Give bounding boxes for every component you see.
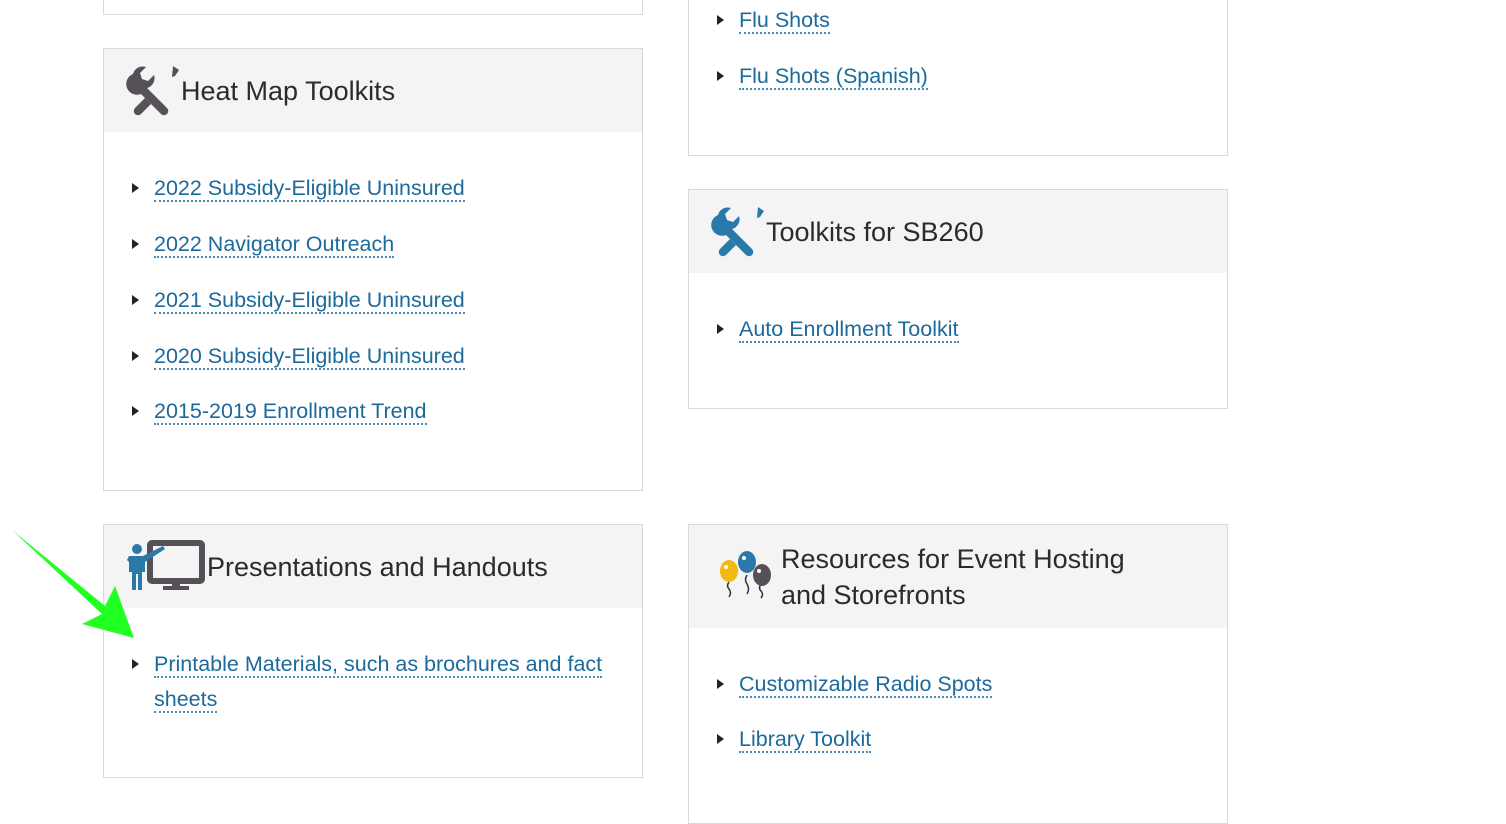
sb260-links: Auto Enrollment Toolkit: [717, 312, 959, 347]
link-printable-materials[interactable]: Printable Materials, such as brochures a…: [154, 652, 603, 713]
link-auto-enrollment-toolkit[interactable]: Auto Enrollment Toolkit: [739, 317, 959, 343]
card-top-left: [103, 0, 643, 15]
card-title: Presentations and Handouts: [207, 551, 548, 582]
link-customizable-radio-spots[interactable]: Customizable Radio Spots: [739, 672, 993, 698]
card-presentations-handouts: Presentations and Handouts Printable Mat…: [103, 524, 643, 778]
tools-icon: [125, 64, 181, 118]
card-toolkits-sb260: Toolkits for SB260 Auto Enrollment Toolk…: [688, 189, 1228, 409]
card-header: Toolkits for SB260: [689, 190, 1227, 273]
card-heat-map-toolkits: Heat Map Toolkits 2022 Subsidy-Eligible …: [103, 48, 643, 491]
link-flu-shots-spanish[interactable]: Flu Shots (Spanish): [739, 64, 928, 90]
card-title: Toolkits for SB260: [766, 216, 984, 247]
card-header: Heat Map Toolkits: [104, 49, 642, 132]
link-flu-shots[interactable]: Flu Shots: [739, 8, 830, 34]
list-item: Printable Materials, such as brochures a…: [132, 647, 622, 717]
link-library-toolkit[interactable]: Library Toolkit: [739, 727, 872, 753]
list-item: Customizable Radio Spots: [717, 667, 993, 702]
card-title-line1: Resources for Event Hosting: [781, 543, 1125, 574]
flu-links: Flu Shots Flu Shots (Spanish): [717, 3, 928, 94]
list-item: 2021 Subsidy-Eligible Uninsured: [132, 283, 465, 318]
link-2022-subsidy-eligible[interactable]: 2022 Subsidy-Eligible Uninsured: [154, 176, 465, 202]
link-2021-subsidy-eligible[interactable]: 2021 Subsidy-Eligible Uninsured: [154, 288, 465, 314]
heat-map-links: 2022 Subsidy-Eligible Uninsured 2022 Nav…: [132, 171, 465, 429]
card-event-hosting-storefronts: Resources for Event Hosting and Storefro…: [688, 524, 1228, 824]
tools-icon: [710, 205, 766, 259]
card-title: Resources for Event Hosting and Storefro…: [781, 541, 1125, 613]
card-title-line2: and Storefronts: [781, 579, 966, 610]
list-item: 2015-2019 Enrollment Trend: [132, 394, 465, 429]
list-item: Auto Enrollment Toolkit: [717, 312, 959, 347]
green-arrow-icon: [12, 530, 134, 638]
card-header: Presentations and Handouts: [104, 525, 642, 608]
link-2015-2019-enrollment-trend[interactable]: 2015-2019 Enrollment Trend: [154, 399, 427, 425]
list-item: Flu Shots (Spanish): [717, 59, 928, 94]
link-2020-subsidy-eligible[interactable]: 2020 Subsidy-Eligible Uninsured: [154, 344, 465, 370]
list-item: Flu Shots: [717, 3, 928, 38]
balloons-icon: [717, 549, 773, 605]
link-2022-navigator-outreach[interactable]: 2022 Navigator Outreach: [154, 232, 395, 258]
card-title: Heat Map Toolkits: [181, 75, 396, 106]
events-links: Customizable Radio Spots Library Toolkit: [717, 667, 993, 757]
list-item: Library Toolkit: [717, 722, 992, 757]
card-flu-shots: Flu Shots Flu Shots (Spanish): [688, 0, 1228, 156]
list-item: 2020 Subsidy-Eligible Uninsured: [132, 339, 465, 374]
list-item: 2022 Navigator Outreach: [132, 227, 465, 262]
list-item: 2022 Subsidy-Eligible Uninsured: [132, 171, 465, 206]
card-header: Resources for Event Hosting and Storefro…: [689, 525, 1227, 628]
presentations-links: Printable Materials, such as brochures a…: [132, 647, 622, 717]
